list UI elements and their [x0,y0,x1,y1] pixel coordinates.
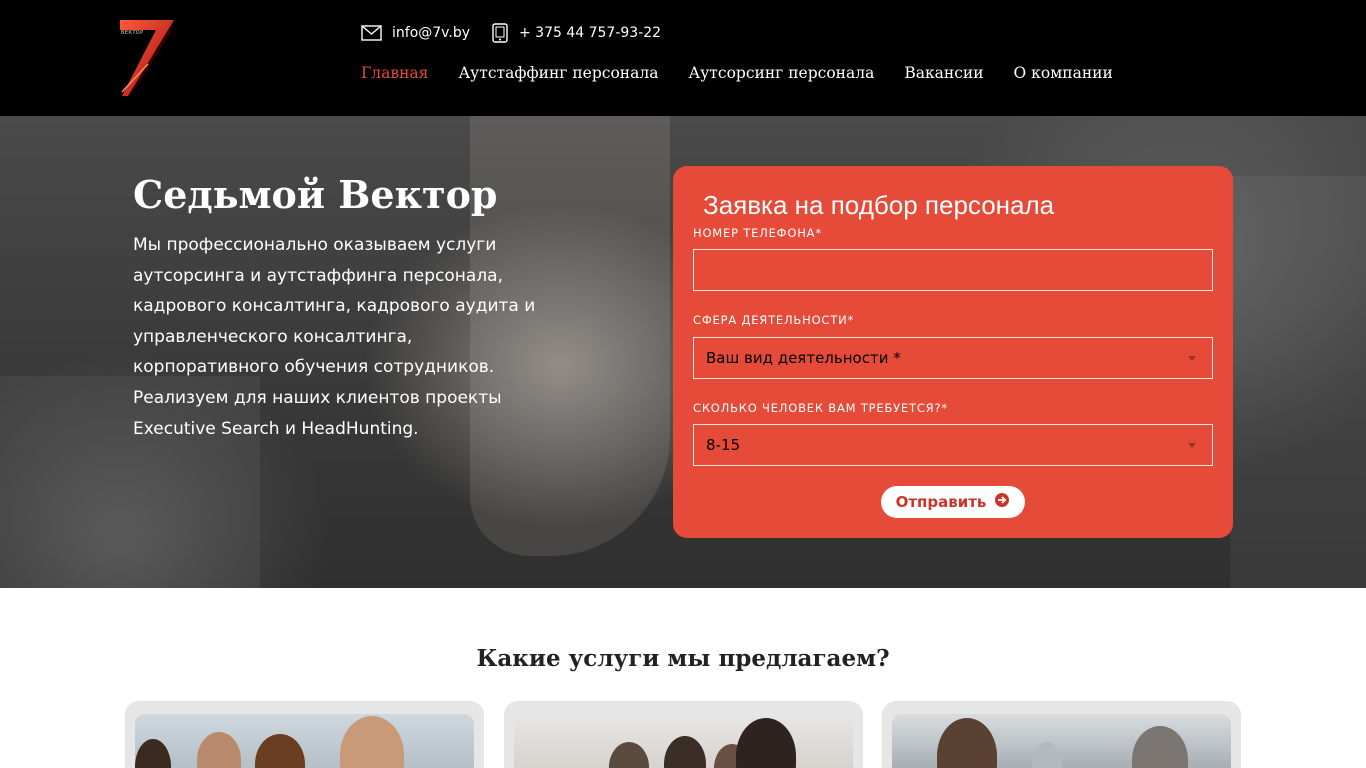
phone-text: + 375 44 757-93-22 [519,25,662,41]
envelope-icon [361,25,382,41]
chevron-down-icon [1188,356,1196,361]
background-photo-right [1230,176,1366,588]
count-label: СКОЛЬКО ЧЕЛОВЕК ВАМ ТРЕБУЕТСЯ?* [693,401,948,415]
staff-request-form: Заявка на подбор персонала НОМЕР ТЕЛЕФОН… [673,166,1233,538]
tablet-icon [491,23,509,43]
email-text: info@7v.by [392,25,470,41]
main-nav: Главная Аутстаффинг персонала Аутсорсинг… [361,64,1113,82]
sphere-select[interactable]: Ваш вид деятельности * [693,337,1213,379]
arrow-right-circle-icon [994,492,1010,512]
nav-item-outstaffing[interactable]: Аутстаффинг персонала [458,64,658,82]
sphere-select-value: Ваш вид деятельности * [706,349,901,367]
site-header: ВЕКТОР info@7v.by + 375 44 757-93-22 Гла… [0,0,1366,116]
phone-input[interactable] [693,249,1213,291]
sphere-label: СФЕРА ДЕЯТЕЛЬНОСТИ* [693,313,855,327]
nav-item-home[interactable]: Главная [361,64,428,82]
submit-label: Отправить [895,493,987,511]
count-select[interactable]: 8-15 [693,424,1213,466]
service-card[interactable] [125,701,484,768]
services-title: Какие услуги мы предлагаем? [476,645,890,672]
hero-section: Седьмой Вектор Мы профессионально оказыв… [0,116,1366,588]
nav-item-vacancies[interactable]: Вакансии [904,64,983,82]
count-select-value: 8-15 [706,436,741,454]
logo-text: ВЕКТОР [121,30,144,36]
service-photo [514,714,853,768]
chevron-down-icon [1188,443,1196,448]
contact-email[interactable]: info@7v.by [361,22,470,44]
service-card[interactable] [504,701,863,768]
hero-title: Седьмой Вектор [133,172,498,217]
nav-item-outsourcing[interactable]: Аутсорсинг персонала [688,64,874,82]
hero-description: Мы профессионально оказываем услуги аутс… [133,235,536,439]
logo[interactable]: ВЕКТОР [118,18,176,98]
service-photo [135,714,474,768]
nav-item-about[interactable]: О компании [1014,64,1113,82]
submit-button[interactable]: Отправить [881,486,1025,518]
phone-label: НОМЕР ТЕЛЕФОНА* [693,226,822,240]
service-card[interactable] [882,701,1241,768]
service-photo [892,714,1231,768]
form-title: Заявка на подбор персонала [703,190,1055,220]
contact-phone[interactable]: + 375 44 757-93-22 [491,22,661,44]
